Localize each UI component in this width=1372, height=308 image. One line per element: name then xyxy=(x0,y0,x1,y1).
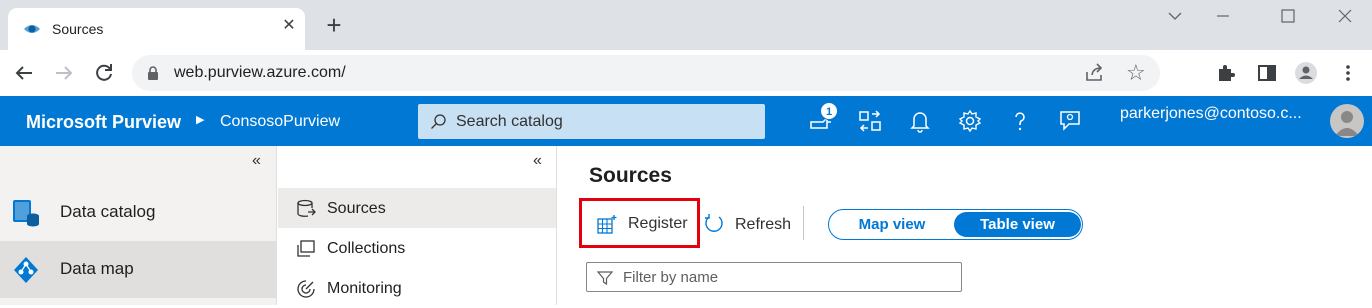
collapse-subnav-icon[interactable]: « xyxy=(533,152,542,170)
register-label: Register xyxy=(628,215,688,232)
browser-menu-icon[interactable] xyxy=(1336,61,1360,85)
tab-close-icon[interactable]: ✕ xyxy=(280,17,298,35)
forward-icon[interactable] xyxy=(52,61,76,85)
refresh-icon xyxy=(705,214,723,232)
search-placeholder: Search catalog xyxy=(456,113,563,130)
nav-label-data-map: Data map xyxy=(60,259,134,278)
view-toggle: Map view Table view xyxy=(828,209,1083,240)
extensions-icon[interactable] xyxy=(1214,61,1238,85)
register-button[interactable]: Register xyxy=(579,198,700,248)
data-map-icon xyxy=(14,257,38,283)
breadcrumb-account[interactable]: ConsosoPurview xyxy=(220,113,340,131)
side-panel-icon[interactable] xyxy=(1255,61,1279,85)
lock-icon[interactable] xyxy=(146,65,160,81)
subnav-item-monitoring[interactable]: Monitoring xyxy=(278,268,556,308)
left-navigation: « Data catalog Data map xyxy=(0,146,277,305)
collapse-left-nav-icon[interactable]: « xyxy=(252,152,261,170)
browser-toolbar: web.purview.azure.com/ ☆ xyxy=(0,50,1372,96)
sources-icon xyxy=(297,199,316,217)
breadcrumb-chevron-icon: ▶ xyxy=(196,114,205,126)
tab-search-chevron-icon[interactable] xyxy=(1160,6,1190,26)
app-header: Microsoft Purview ▶ ConsosoPurview Searc… xyxy=(0,96,1372,146)
browser-tab-title: Sources xyxy=(52,21,104,37)
monitoring-icon xyxy=(297,280,315,298)
refresh-button[interactable]: Refresh xyxy=(704,211,794,237)
filter-by-name-field[interactable] xyxy=(586,262,962,292)
refresh-label: Refresh xyxy=(735,216,792,233)
search-catalog-input[interactable]: Search catalog xyxy=(418,104,765,139)
bookmark-star-icon[interactable]: ☆ xyxy=(1126,62,1148,84)
subnav-label-collections: Collections xyxy=(327,240,406,257)
reload-icon[interactable] xyxy=(92,61,116,85)
subnav-label-sources: Sources xyxy=(327,200,386,217)
filter-input[interactable] xyxy=(623,266,953,288)
url-text[interactable]: web.purview.azure.com/ xyxy=(174,64,346,82)
nav-item-data-catalog[interactable]: Data catalog xyxy=(0,184,276,241)
settings-gear-icon[interactable] xyxy=(957,108,983,134)
register-grid-icon xyxy=(597,215,617,234)
maximize-icon[interactable] xyxy=(1273,6,1303,26)
sources-main-pane: Sources Register Refresh Map view Table … xyxy=(557,146,1372,305)
brand-title[interactable]: Microsoft Purview xyxy=(26,112,181,133)
table-view-option[interactable]: Table view xyxy=(954,212,1081,237)
help-icon[interactable] xyxy=(1007,108,1033,134)
minimize-icon[interactable] xyxy=(1208,6,1238,26)
data-map-subnav: « Sources Collections Monitoring xyxy=(278,146,557,305)
subnav-item-collections[interactable]: Collections xyxy=(278,228,556,268)
data-catalog-icon xyxy=(13,200,39,227)
nav-item-data-map[interactable]: Data map xyxy=(0,241,276,298)
new-tab-button[interactable]: + xyxy=(320,12,348,40)
page-title: Sources xyxy=(589,164,672,187)
address-bar[interactable]: web.purview.azure.com/ ☆ xyxy=(132,55,1160,91)
notification-count-badge: 1 xyxy=(820,102,838,120)
directory-switch-icon[interactable] xyxy=(857,108,883,134)
share-icon[interactable] xyxy=(1084,63,1106,83)
toolbar-divider xyxy=(803,206,804,240)
back-icon[interactable] xyxy=(12,61,36,85)
avatar-person-icon xyxy=(1335,111,1359,136)
feedback-icon[interactable] xyxy=(1057,108,1083,134)
search-icon xyxy=(431,114,446,129)
filter-funnel-icon xyxy=(597,271,613,286)
user-avatar[interactable] xyxy=(1330,104,1364,138)
collections-icon xyxy=(297,240,315,257)
window-close-icon[interactable] xyxy=(1330,6,1360,26)
bell-icon[interactable] xyxy=(907,108,933,134)
subnav-item-sources[interactable]: Sources xyxy=(278,188,556,228)
user-account-name[interactable]: parkerjones@contoso.c... xyxy=(1120,105,1302,123)
subnav-label-monitoring: Monitoring xyxy=(327,280,402,297)
browser-tab[interactable]: Sources ✕ xyxy=(8,8,305,50)
nav-label-data-catalog: Data catalog xyxy=(60,202,156,221)
profile-icon[interactable] xyxy=(1294,61,1318,85)
purview-favicon-icon xyxy=(24,25,40,33)
browser-tab-strip: Sources ✕ + xyxy=(0,0,1372,50)
map-view-option[interactable]: Map view xyxy=(831,212,953,237)
